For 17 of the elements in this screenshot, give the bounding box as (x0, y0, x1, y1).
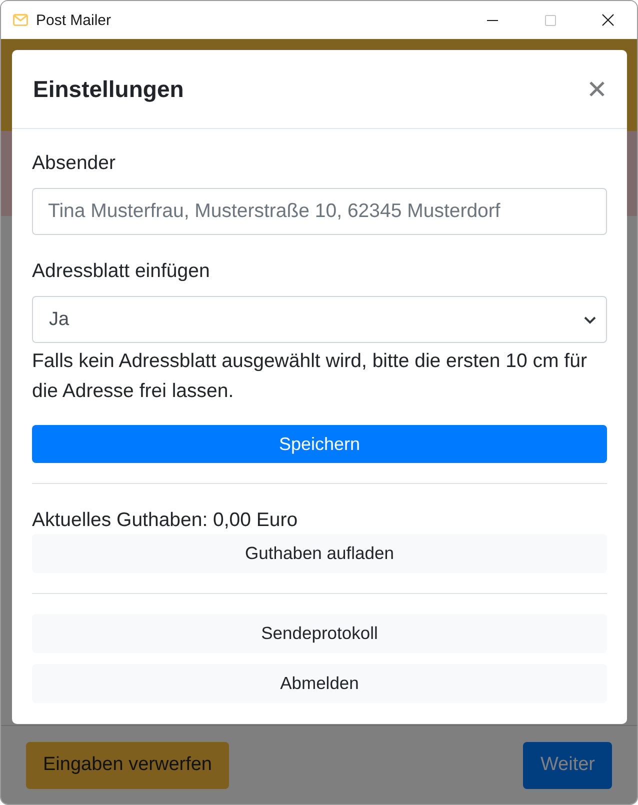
input-field[interactable]: Tina Musterfrau, Musterstraße 10, 62345 Musterdorf (32, 188, 607, 235)
action-button[interactable]: Sendeprotokoll (32, 614, 607, 653)
field-label: Absender (32, 151, 116, 175)
save-button[interactable]: Speichern (32, 425, 607, 463)
balance-text: Aktuelles Guthaben: 0,00 Euro (32, 508, 299, 532)
top-up-button[interactable]: Guthaben aufladen (32, 534, 607, 573)
help-text: Falls kein Adressblatt ausgewählt wird, bitte die ersten 10 cm für die Adresse frei lassen. (32, 349, 588, 404)
close-icon (589, 81, 605, 97)
action-button[interactable]: Abmelden (32, 664, 607, 703)
select-field[interactable]: Ja (32, 296, 607, 343)
dialog-title: Einstellungen (33, 76, 184, 102)
close-icon (602, 14, 614, 26)
chevron-down-icon (584, 316, 596, 324)
close-button[interactable] (589, 81, 605, 97)
window-title: Post Mailer (36, 12, 112, 28)
field-label: Adressblatt einfügen (32, 259, 211, 283)
envelope-icon (13, 14, 28, 26)
